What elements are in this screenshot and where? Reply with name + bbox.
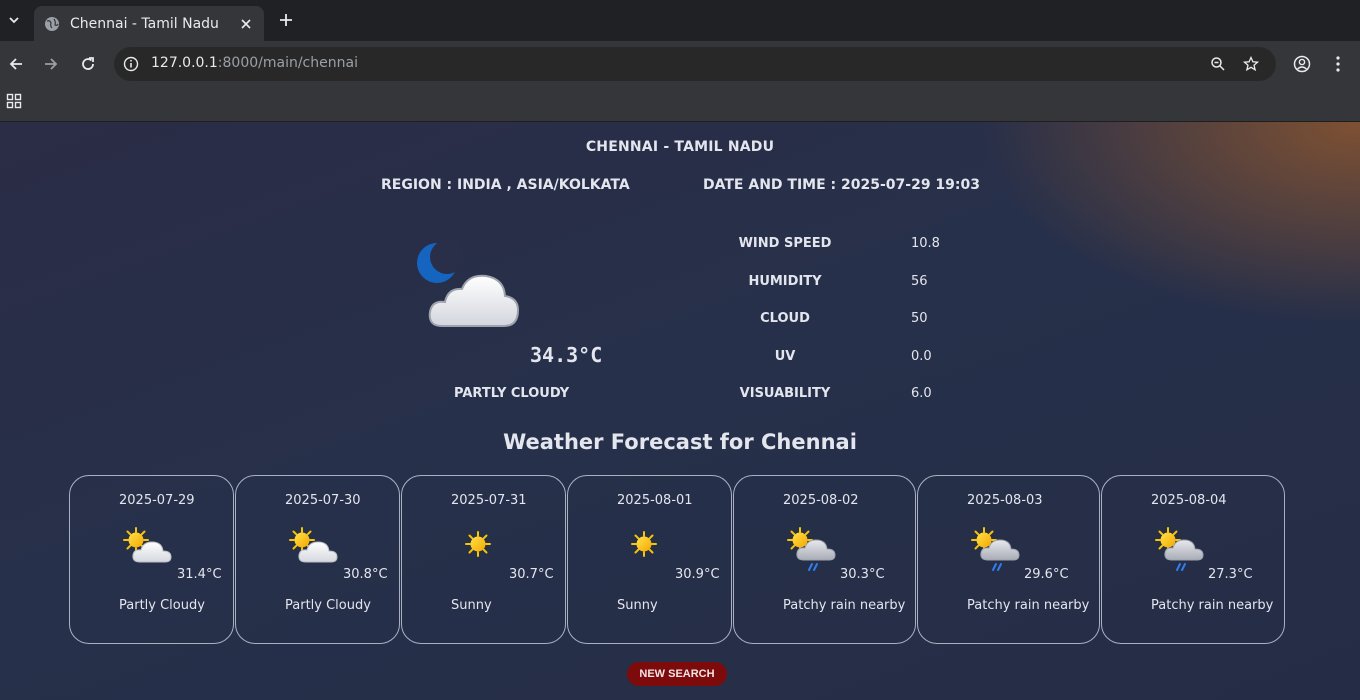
reload-icon[interactable] <box>76 52 100 76</box>
forecast-date: 2025-08-02 <box>783 493 859 508</box>
close-tab-icon[interactable] <box>238 16 254 32</box>
bookmarks-bar <box>0 86 1360 122</box>
forecast-date: 2025-07-30 <box>285 493 361 508</box>
new-tab-icon[interactable] <box>274 8 298 32</box>
forecast-card: 2025-07-31 30.7°C Sunny <box>401 475 566 644</box>
sun-cloud-icon <box>122 526 174 572</box>
back-icon[interactable] <box>4 52 28 76</box>
forecast-card: 2025-08-04 27.3°C Patchy rain nearby <box>1101 475 1285 644</box>
forecast-date: 2025-07-31 <box>451 493 527 508</box>
forecast-temp: 31.4°C <box>177 567 222 582</box>
current-condition: PARTLY CLOUDY <box>454 386 570 401</box>
forecast-card: 2025-08-03 29.6°C Patchy rain nearby <box>917 475 1100 644</box>
forecast-condition: Sunny <box>617 598 658 613</box>
sun-rain-icon <box>786 526 838 572</box>
forecast-date: 2025-08-04 <box>1151 493 1227 508</box>
forecast-condition: Patchy rain nearby <box>967 598 1090 613</box>
forecast-date: 2025-08-03 <box>967 493 1043 508</box>
sun-rain-icon <box>1154 526 1206 572</box>
stat-label-uv: UV <box>774 349 796 364</box>
forecast-temp: 30.7°C <box>509 567 554 582</box>
menu-kebab-icon[interactable] <box>1326 52 1350 76</box>
forecast-date: 2025-08-01 <box>617 493 693 508</box>
forward-icon[interactable] <box>39 52 63 76</box>
forecast-condition: Patchy rain nearby <box>783 598 906 613</box>
new-search-button[interactable]: NEW SEARCH <box>627 662 727 686</box>
forecast-heading: Weather Forecast for Chennai <box>503 430 857 454</box>
globe-icon <box>44 16 60 32</box>
forecast-card: 2025-07-29 31.4°C Partly Cloudy <box>69 475 234 644</box>
forecast-temp: 27.3°C <box>1208 567 1253 582</box>
forecast-temp: 30.8°C <box>343 567 388 582</box>
region-text: REGION : INDIA , ASIA/KOLKATA <box>381 177 630 193</box>
stat-label-wind-speed: WIND SPEED <box>738 236 832 251</box>
datetime-text: DATE AND TIME : 2025-07-29 19:03 <box>703 177 980 193</box>
stat-value-wind-speed: 10.8 <box>911 236 940 251</box>
forecast-temp: 29.6°C <box>1024 567 1069 582</box>
moon-cloud-icon <box>412 238 527 338</box>
sun-icon <box>454 526 506 572</box>
site-info-icon[interactable] <box>123 56 139 72</box>
forecast-condition: Partly Cloudy <box>119 598 205 613</box>
profile-icon[interactable] <box>1290 52 1314 76</box>
url-text: 127.0.0.1:8000/main/chennai <box>151 55 358 71</box>
browser-toolbar: 127.0.0.1:8000/main/chennai <box>0 41 1360 86</box>
forecast-condition: Sunny <box>451 598 492 613</box>
tab-strip: Chennai - Tamil Nadu <box>0 0 1360 41</box>
sun-rain-icon <box>970 526 1022 572</box>
forecast-card: 2025-08-02 30.3°C Patchy rain nearby <box>733 475 916 644</box>
current-temperature: 34.3°C <box>530 343 603 367</box>
address-bar[interactable]: 127.0.0.1:8000/main/chennai <box>114 47 1276 81</box>
forecast-date: 2025-07-29 <box>119 493 195 508</box>
stat-value-visibility: 6.0 <box>911 386 932 401</box>
stat-label-humidity: HUMIDITY <box>748 274 822 289</box>
page-title: CHENNAI - TAMIL NADU <box>585 139 775 155</box>
stat-value-uv: 0.0 <box>911 349 932 364</box>
weather-page: CHENNAI - TAMIL NADU REGION : INDIA , AS… <box>0 122 1360 700</box>
browser-tab[interactable]: Chennai - Tamil Nadu <box>34 6 264 41</box>
apps-grid-icon[interactable] <box>6 93 22 109</box>
forecast-condition: Patchy rain nearby <box>1151 598 1274 613</box>
stat-value-humidity: 56 <box>911 274 928 289</box>
bookmark-star-icon[interactable] <box>1242 55 1260 76</box>
zoom-icon[interactable] <box>1210 56 1226 76</box>
sun-cloud-icon <box>288 526 340 572</box>
stat-label-cloud: CLOUD <box>760 311 810 326</box>
tab-search-chevron-icon[interactable] <box>0 6 28 34</box>
forecast-card: 2025-08-01 30.9°C Sunny <box>567 475 732 644</box>
forecast-condition: Partly Cloudy <box>285 598 371 613</box>
forecast-temp: 30.3°C <box>840 567 885 582</box>
stat-label-visibility: VISUABILITY <box>739 386 831 401</box>
sun-icon <box>620 526 672 572</box>
forecast-card: 2025-07-30 30.8°C Partly Cloudy <box>235 475 400 644</box>
forecast-temp: 30.9°C <box>675 567 720 582</box>
tab-title: Chennai - Tamil Nadu <box>70 15 219 32</box>
stat-value-cloud: 50 <box>911 311 928 326</box>
